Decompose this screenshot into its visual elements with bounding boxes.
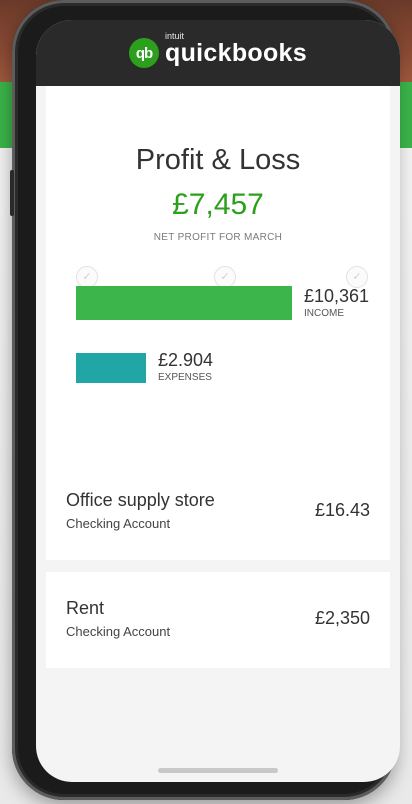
logo-wordmark: intuit quickbooks [165, 31, 307, 68]
quickbooks-logo: qb intuit quickbooks [129, 31, 307, 68]
transaction-row[interactable]: Rent Checking Account £2,350 [46, 572, 390, 668]
check-icon: ✓ [214, 266, 236, 288]
expenses-bar [76, 353, 146, 383]
transaction-name: Rent [66, 598, 105, 618]
net-profit-amount: £7,457 [172, 188, 264, 221]
check-icon: ✓ [76, 266, 98, 288]
transaction-amount: £2,350 [314, 608, 370, 628]
transaction-row[interactable]: Office supply store Checking Account £16… [46, 464, 390, 560]
income-bar [76, 286, 292, 320]
logo-intuit-text: intuit [165, 30, 185, 41]
logo-quickbooks-text: quickbooks [165, 38, 307, 67]
profit-loss-card[interactable]: Profit & Loss £7,457 NET PROFIT FOR MARC… [46, 86, 390, 464]
net-profit-caption: NET PROFIT FOR MARCH [153, 232, 283, 243]
app-header: qb intuit quickbooks [36, 20, 400, 86]
home-indicator[interactable] [158, 768, 278, 773]
report-title: Profit & Loss [135, 144, 301, 176]
check-icon: ✓ [346, 266, 368, 288]
transaction-account: Checking Account [66, 624, 171, 639]
phone-frame: qb intuit quickbooks Profit & Loss £7,45… [10, 0, 400, 800]
qb-logo-icon: qb [129, 38, 160, 68]
income-label: INCOME [304, 308, 344, 319]
transaction-account: Checking Account [66, 516, 171, 531]
phone-screen: qb intuit quickbooks Profit & Loss £7,45… [36, 20, 400, 782]
expenses-label: EXPENSES [158, 372, 212, 383]
expenses-value: £2.904 [158, 350, 214, 370]
income-value: £10,361 [304, 286, 370, 306]
transaction-name: Office supply store [66, 490, 215, 510]
transaction-amount: £16.43 [314, 500, 370, 520]
phone-volume-button [10, 170, 14, 216]
